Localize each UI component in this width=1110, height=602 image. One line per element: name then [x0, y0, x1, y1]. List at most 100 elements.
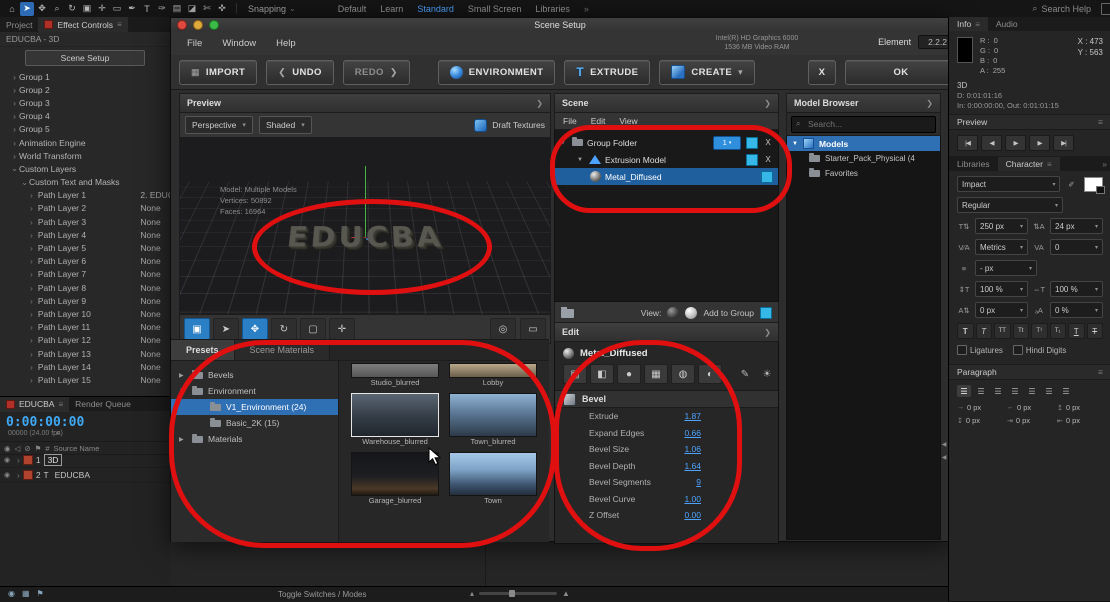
twirl-icon[interactable] [30, 217, 38, 227]
material-thumbnail[interactable]: Studio_blurred [351, 363, 439, 389]
twirl-icon[interactable]: ⌄ [10, 163, 19, 174]
panel-menu-icon[interactable]: ≡ [1098, 367, 1103, 377]
timeline-zoom-slider[interactable]: ▴ ▲ [470, 589, 570, 598]
window-titlebar[interactable]: Scene Setup [171, 18, 949, 33]
effect-group-row[interactable]: ⌄ Custom Layers [0, 162, 170, 175]
twirl-icon[interactable]: › [10, 151, 19, 161]
group-count-dropdown[interactable]: 1 ▾ [713, 135, 741, 150]
effect-group-row[interactable]: › Animation Engine [0, 136, 170, 149]
twirl-icon[interactable]: ▼ [577, 157, 585, 163]
extrusion-model-row[interactable]: ▼ Extrusion Model X [555, 151, 778, 168]
environment-button[interactable]: ENVIRONMENT [437, 59, 556, 85]
eye-icon[interactable]: ◉ [4, 444, 11, 453]
render-quality-icon[interactable]: ◎ [490, 318, 516, 340]
paragraph-field[interactable]: 0 px [1057, 416, 1103, 425]
twirl-icon[interactable] [30, 296, 38, 306]
tab-render-queue[interactable]: Render Queue [69, 397, 137, 412]
path-layer-row[interactable]: Path Layer 12 None [0, 334, 170, 347]
camera-view-icon[interactable]: ▣ [184, 318, 210, 340]
twirl-icon[interactable] [30, 269, 38, 279]
material-sphere-icon[interactable]: ● [617, 364, 641, 384]
model-search-input[interactable] [791, 115, 936, 133]
material-thumbnail[interactable]: Town [449, 452, 537, 507]
import-button[interactable]: ▦ IMPORT [179, 59, 258, 85]
baseline-percent-dropdown[interactable]: 0 % ▾ [1050, 302, 1103, 318]
fill-color-swatch[interactable] [1084, 176, 1105, 194]
path-layer-row[interactable]: Path Layer 13 None [0, 347, 170, 360]
twirl-icon[interactable]: › [10, 124, 19, 134]
model-folder-row[interactable]: Starter_Pack_Physical (4 [787, 151, 940, 166]
live-update-icon[interactable]: ◉ [8, 589, 15, 598]
eraser-tool-icon[interactable]: ◪ [185, 2, 199, 16]
new-folder-icon[interactable] [561, 306, 574, 318]
panel-menu-icon[interactable]: ≡ [1098, 117, 1103, 127]
draft-textures-toggle[interactable]: Draft Textures [474, 118, 545, 132]
effect-group-row[interactable]: › Group 5 [0, 123, 170, 136]
path-layer-row[interactable]: Path Layer 2 None [0, 202, 170, 215]
collapse-arrow-icon[interactable]: ❯ [764, 328, 771, 337]
path-layer-value[interactable]: None [140, 335, 170, 345]
material-thumbnail[interactable]: Town_blurred [449, 393, 537, 448]
hindi-digits-checkbox[interactable]: Hindi Digits [1012, 345, 1066, 355]
model-browser-header[interactable]: Model Browser ❯ [786, 93, 941, 113]
hand-tool-icon[interactable]: ✥ [35, 2, 49, 16]
tab-project[interactable]: Project [0, 17, 38, 32]
tab-info[interactable]: Info ≡ [949, 17, 988, 31]
path-layer-row[interactable]: Path Layer 7 None [0, 268, 170, 281]
param-value[interactable]: 1.06 [651, 444, 701, 454]
visibility-checkbox[interactable] [746, 136, 758, 149]
panel-menu-icon[interactable]: ≡ [58, 400, 63, 409]
path-layer-value[interactable]: None [140, 375, 170, 385]
path-layer-value[interactable]: None [140, 230, 170, 240]
camera-mode-dropdown[interactable]: Perspective ▾ [185, 116, 253, 134]
menu-item[interactable]: File [563, 116, 577, 126]
zoom-in-icon[interactable]: ▲ [562, 589, 570, 598]
path-layer-value[interactable]: None [140, 269, 170, 279]
picker-icon[interactable]: ✎ [737, 369, 753, 380]
path-layer-row[interactable]: Path Layer 9 None [0, 294, 170, 307]
twirl-icon[interactable]: › [10, 85, 19, 95]
thumbnail-image[interactable] [449, 363, 537, 378]
path-layer-row[interactable]: Path Layer 11 None [0, 321, 170, 334]
subscript-button[interactable] [1049, 323, 1066, 339]
material-thumbnail[interactable]: Warehouse_blurred [351, 393, 439, 448]
draft-3d-icon[interactable]: ▦ [22, 589, 30, 598]
thumbnail-image[interactable] [351, 363, 439, 378]
view-mode-dark-icon[interactable] [667, 307, 680, 319]
path-layer-row[interactable]: Path Layer 10 None [0, 307, 170, 320]
pan-behind-tool-icon[interactable]: ✛ [95, 2, 109, 16]
twirl-icon[interactable] [30, 349, 38, 359]
superscript-button[interactable] [1031, 323, 1048, 339]
kerning-dropdown[interactable]: Metrics ▾ [975, 239, 1028, 255]
workspace-item[interactable]: Small Screen [468, 4, 522, 14]
reflection-map-icon[interactable]: ◍ [671, 364, 695, 384]
layer-color-chip[interactable] [22, 455, 33, 465]
layer-row[interactable]: ◉ › 2 T EDUCBA [0, 468, 170, 483]
param-value[interactable]: 9 [651, 477, 701, 487]
column-source-name[interactable]: Source Name [54, 444, 100, 453]
menu-item[interactable]: File [187, 38, 202, 49]
play-icon[interactable]: ▶ [1005, 135, 1026, 151]
twirl-icon[interactable] [30, 203, 38, 213]
edit-header[interactable]: Edit ❯ [554, 322, 779, 342]
font-size-dropdown[interactable]: 250 px ▾ [975, 218, 1028, 234]
path-layer-row[interactable]: Path Layer 5 None [0, 241, 170, 254]
brush-tool-icon[interactable]: ✑ [155, 2, 169, 16]
font-style-dropdown[interactable]: Regular ▾ [957, 197, 1063, 213]
eye-icon[interactable]: ◉ [4, 471, 14, 479]
justify-last-left-icon[interactable]: ☰ [1008, 385, 1022, 397]
path-layer-value[interactable]: None [140, 349, 170, 359]
justify-all-icon[interactable]: ☰ [1059, 385, 1073, 397]
scene-header[interactable]: Scene ❯ [554, 93, 779, 113]
camera-tool-icon[interactable]: ▣ [80, 2, 94, 16]
param-value[interactable]: 1.87 [651, 411, 701, 421]
tab-libraries[interactable]: Libraries [949, 157, 998, 171]
current-timecode[interactable]: 0:00:00:00 [6, 415, 84, 430]
faux-italic-button[interactable] [975, 323, 992, 339]
font-family-dropdown[interactable]: Impact ▾ [957, 176, 1061, 192]
path-layer-value[interactable]: None [140, 256, 170, 266]
preview-header[interactable]: Preview ❯ [179, 93, 551, 113]
leading-dropdown[interactable]: 24 px ▾ [1050, 218, 1103, 234]
tab-presets[interactable]: Presets [171, 340, 235, 360]
align-right-icon[interactable]: ☰ [991, 385, 1005, 397]
